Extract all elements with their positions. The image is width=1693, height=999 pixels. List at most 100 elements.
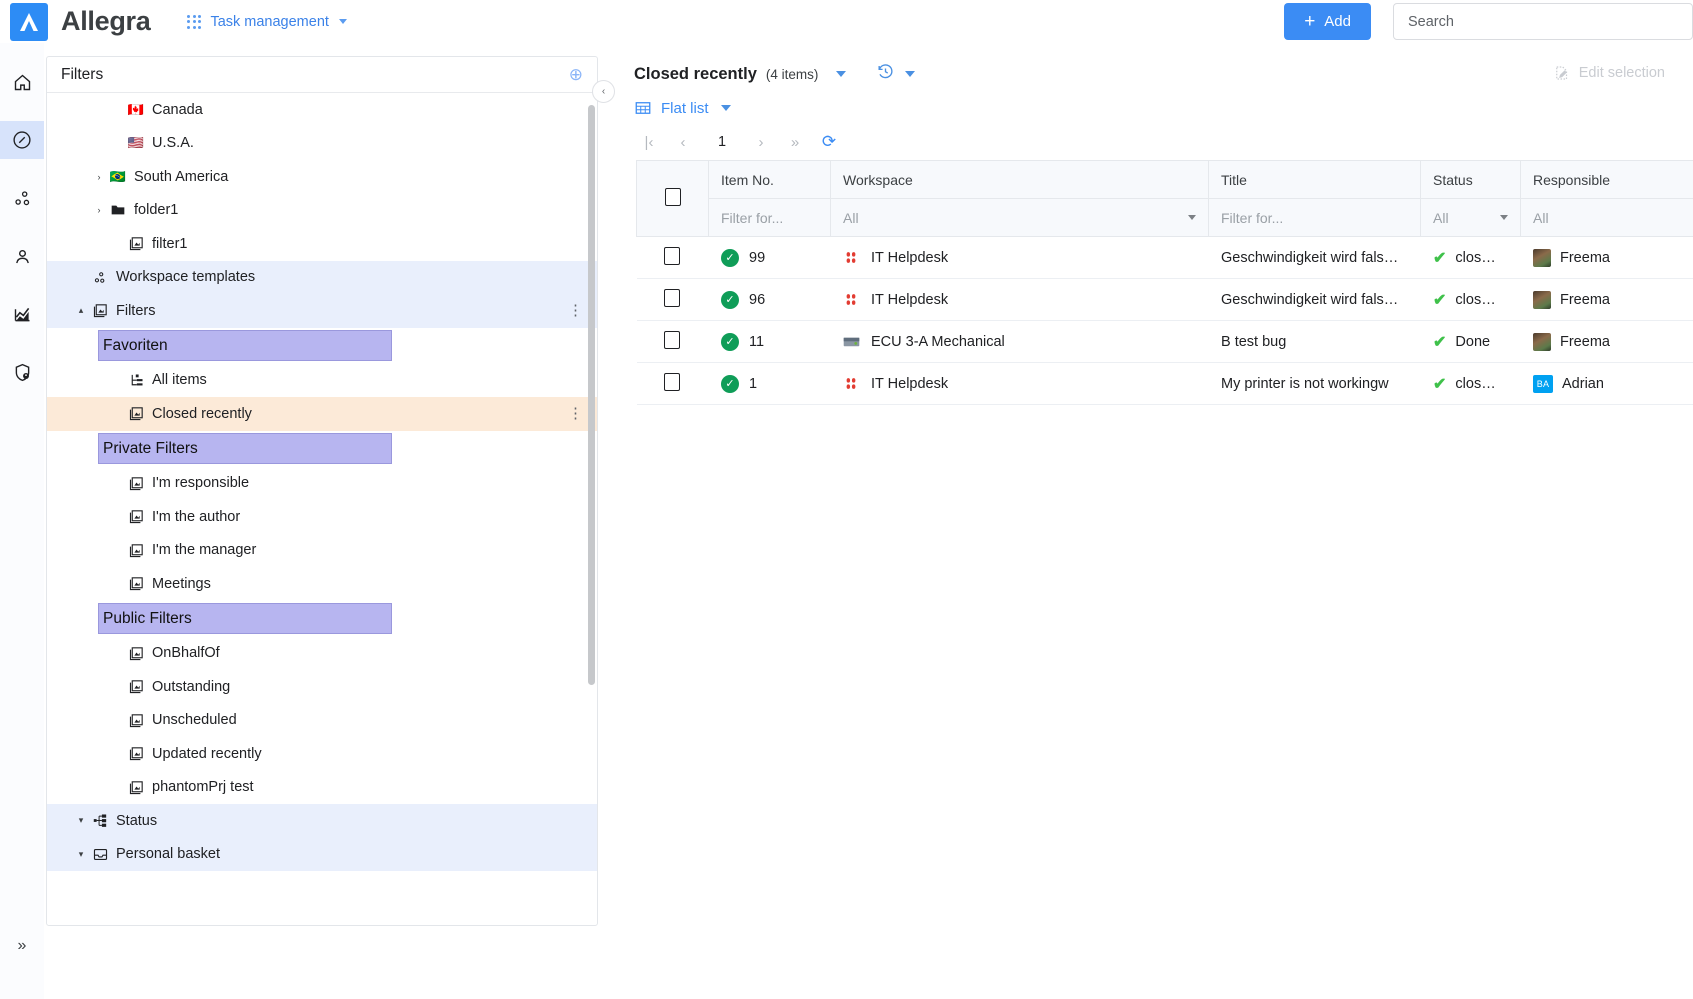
history-dropdown-icon[interactable] — [905, 71, 916, 77]
row-checkbox[interactable] — [664, 246, 681, 265]
tree-item-menu-icon[interactable]: ⋮ — [568, 303, 583, 318]
add-button[interactable]: + Add — [1284, 3, 1371, 40]
tree-item-canada[interactable]: 🇨🇦 Canada — [47, 93, 597, 127]
cell-title[interactable]: My printer is not workingw — [1208, 362, 1421, 405]
view-mode-dropdown-icon[interactable] — [720, 105, 731, 111]
refresh-button[interactable]: ⟳ — [812, 132, 846, 152]
filter-group-chip[interactable]: Favoriten — [47, 328, 597, 364]
tree-item-phantomprj-test[interactable]: phantomPrj test — [47, 771, 597, 805]
row-checkbox[interactable] — [664, 330, 681, 349]
chevron-right-icon[interactable]: › — [91, 205, 107, 215]
col-header-title[interactable]: Title — [1208, 160, 1421, 199]
tree-item-all-items[interactable]: All items — [47, 364, 597, 398]
chevron-down-icon[interactable]: ▾ — [73, 849, 89, 860]
table-row[interactable]: ✓ 11 ECU 3-A Mechanical B test bug ✔ Done Free… — [636, 320, 1693, 363]
search-placeholder: Search — [1408, 13, 1454, 30]
row-checkbox[interactable] — [664, 372, 681, 391]
pager-first-button[interactable]: |‹ — [632, 134, 666, 151]
collapse-panel-button[interactable]: ‹ — [592, 80, 615, 103]
tree-item-label: I'm the author — [152, 508, 241, 525]
select-all-checkbox[interactable] — [664, 188, 681, 206]
tree-item-meetings[interactable]: Meetings — [47, 567, 597, 601]
tree-item-onbhalfof[interactable]: OnBhalfOf — [47, 637, 597, 671]
table-row[interactable]: ✓ 96 IT Helpdesk Geschwindigkeit wird fals…… — [636, 278, 1693, 321]
tree-item-updated-recently[interactable]: Updated recently — [47, 737, 597, 771]
tree-item-i-m-responsible[interactable]: I'm responsible — [47, 467, 597, 501]
tree-item-label: I'm the manager — [152, 542, 257, 559]
cell-workspace: ECU 3-A Mechanical — [830, 320, 1209, 363]
edit-pencil-icon — [1555, 66, 1567, 80]
tree-item-status[interactable]: ▾ Status — [47, 804, 597, 838]
tree-item-u-s-a[interactable]: 🇺🇸 U.S.A. — [47, 127, 597, 161]
filter-item-no[interactable]: Filter for... — [708, 198, 831, 237]
rail-item-admin[interactable] — [0, 353, 44, 391]
col-header-item-no[interactable]: Item No. — [708, 160, 831, 199]
filter-group-chip[interactable]: Private Filters — [47, 431, 597, 467]
tree-item-i-m-the-author[interactable]: I'm the author — [47, 500, 597, 534]
cell-responsible: Freema — [1520, 236, 1693, 279]
filter-responsible[interactable]: All — [1520, 198, 1693, 237]
cell-title[interactable]: Geschwindigkeit wird fals… — [1208, 278, 1421, 321]
flag-brazil-icon: 🇧🇷 — [109, 168, 127, 184]
filter-icon — [129, 407, 143, 421]
app-switcher[interactable]: Task management — [187, 14, 347, 30]
filter-workspace[interactable]: All — [830, 198, 1209, 237]
tree-item-workspace-templates[interactable]: Workspace templates — [47, 260, 597, 294]
search-input[interactable]: Search — [1393, 3, 1693, 40]
view-mode-selector[interactable]: Flat list — [618, 92, 1693, 124]
filter-title[interactable]: Filter for... — [1208, 198, 1421, 237]
tree-item-personal-basket[interactable]: ▾ Personal basket — [47, 837, 597, 871]
tree-item-filter1[interactable]: filter1 — [47, 227, 597, 261]
cell-title[interactable]: B test bug — [1208, 320, 1421, 363]
title-dropdown-icon[interactable] — [836, 71, 847, 77]
tree-item-south-america[interactable]: › 🇧🇷 South America — [47, 160, 597, 194]
table-row[interactable]: ✓ 99 IT Helpdesk Geschwindigkeit wird fals…… — [636, 236, 1693, 279]
pager-last-button[interactable]: » — [778, 134, 812, 151]
pagination-bar: |‹ ‹ 1 › » ⟳ — [618, 124, 1693, 160]
cell-title[interactable]: Geschwindigkeit wird fals… — [1208, 236, 1421, 279]
tree-item-i-m-the-manager[interactable]: I'm the manager — [47, 534, 597, 568]
row-checkbox[interactable] — [664, 288, 681, 307]
tree-item-folder1[interactable]: › folder1 — [47, 194, 597, 228]
tree-item-closed-recently[interactable]: Closed recently ⋮ — [47, 397, 597, 431]
cell-responsible: BA Adrian — [1520, 362, 1693, 405]
filter-icon — [129, 680, 143, 694]
chevron-right-icon[interactable]: › — [91, 172, 107, 182]
edit-selection-button: Edit selection — [1553, 64, 1665, 82]
pager-current-page[interactable]: 1 — [700, 134, 744, 150]
status-check-icon: ✔ — [1433, 375, 1447, 393]
flag-canada: 🇨🇦 — [125, 102, 147, 118]
tree-item-outstanding[interactable]: Outstanding — [47, 670, 597, 704]
filter-icon — [129, 781, 143, 794]
person-icon — [15, 249, 29, 263]
tree-item-filters[interactable]: ▴ Filters ⋮ — [47, 294, 597, 328]
add-filter-icon[interactable]: ⊕ — [569, 66, 583, 83]
col-header-status[interactable]: Status — [1420, 160, 1521, 199]
rail-item-navigator[interactable] — [0, 121, 44, 159]
rail-item-workspaces[interactable] — [0, 179, 44, 217]
flag-usa: 🇺🇸 — [125, 135, 147, 151]
col-header-workspace[interactable]: Workspace — [830, 160, 1209, 199]
filter-status[interactable]: All — [1420, 198, 1521, 237]
tree-item-unscheduled[interactable]: Unscheduled — [47, 704, 597, 738]
pager-prev-button[interactable]: ‹ — [666, 134, 700, 151]
filter-group-chip[interactable]: Public Filters — [47, 601, 597, 637]
chevron-down-icon[interactable]: ▾ — [73, 815, 89, 826]
filter-icon — [125, 542, 147, 559]
rail-item-reports[interactable] — [0, 295, 44, 333]
allegra-logo[interactable] — [10, 2, 48, 41]
tree-item-label: Filters — [116, 302, 156, 319]
col-header-responsible[interactable]: Responsible — [1520, 160, 1693, 199]
table-body: ✓ 99 IT Helpdesk Geschwindigkeit wird fals…… — [636, 236, 1693, 405]
row-select-cell — [636, 278, 709, 321]
history-button[interactable] — [876, 62, 895, 86]
rail-item-home[interactable] — [0, 63, 44, 101]
rail-item-people[interactable] — [0, 237, 44, 275]
chevron-up-icon[interactable]: ▴ — [73, 305, 89, 316]
tree-scrollbar[interactable] — [588, 105, 595, 685]
tree-item-menu-icon[interactable]: ⋮ — [568, 406, 583, 421]
rail-expand-button[interactable]: » — [0, 931, 44, 961]
pager-next-button[interactable]: › — [744, 134, 778, 151]
table-row[interactable]: ✓ 1 IT Helpdesk My printer is not workingw ✔… — [636, 362, 1693, 405]
workspace-value: IT Helpdesk — [871, 291, 949, 308]
